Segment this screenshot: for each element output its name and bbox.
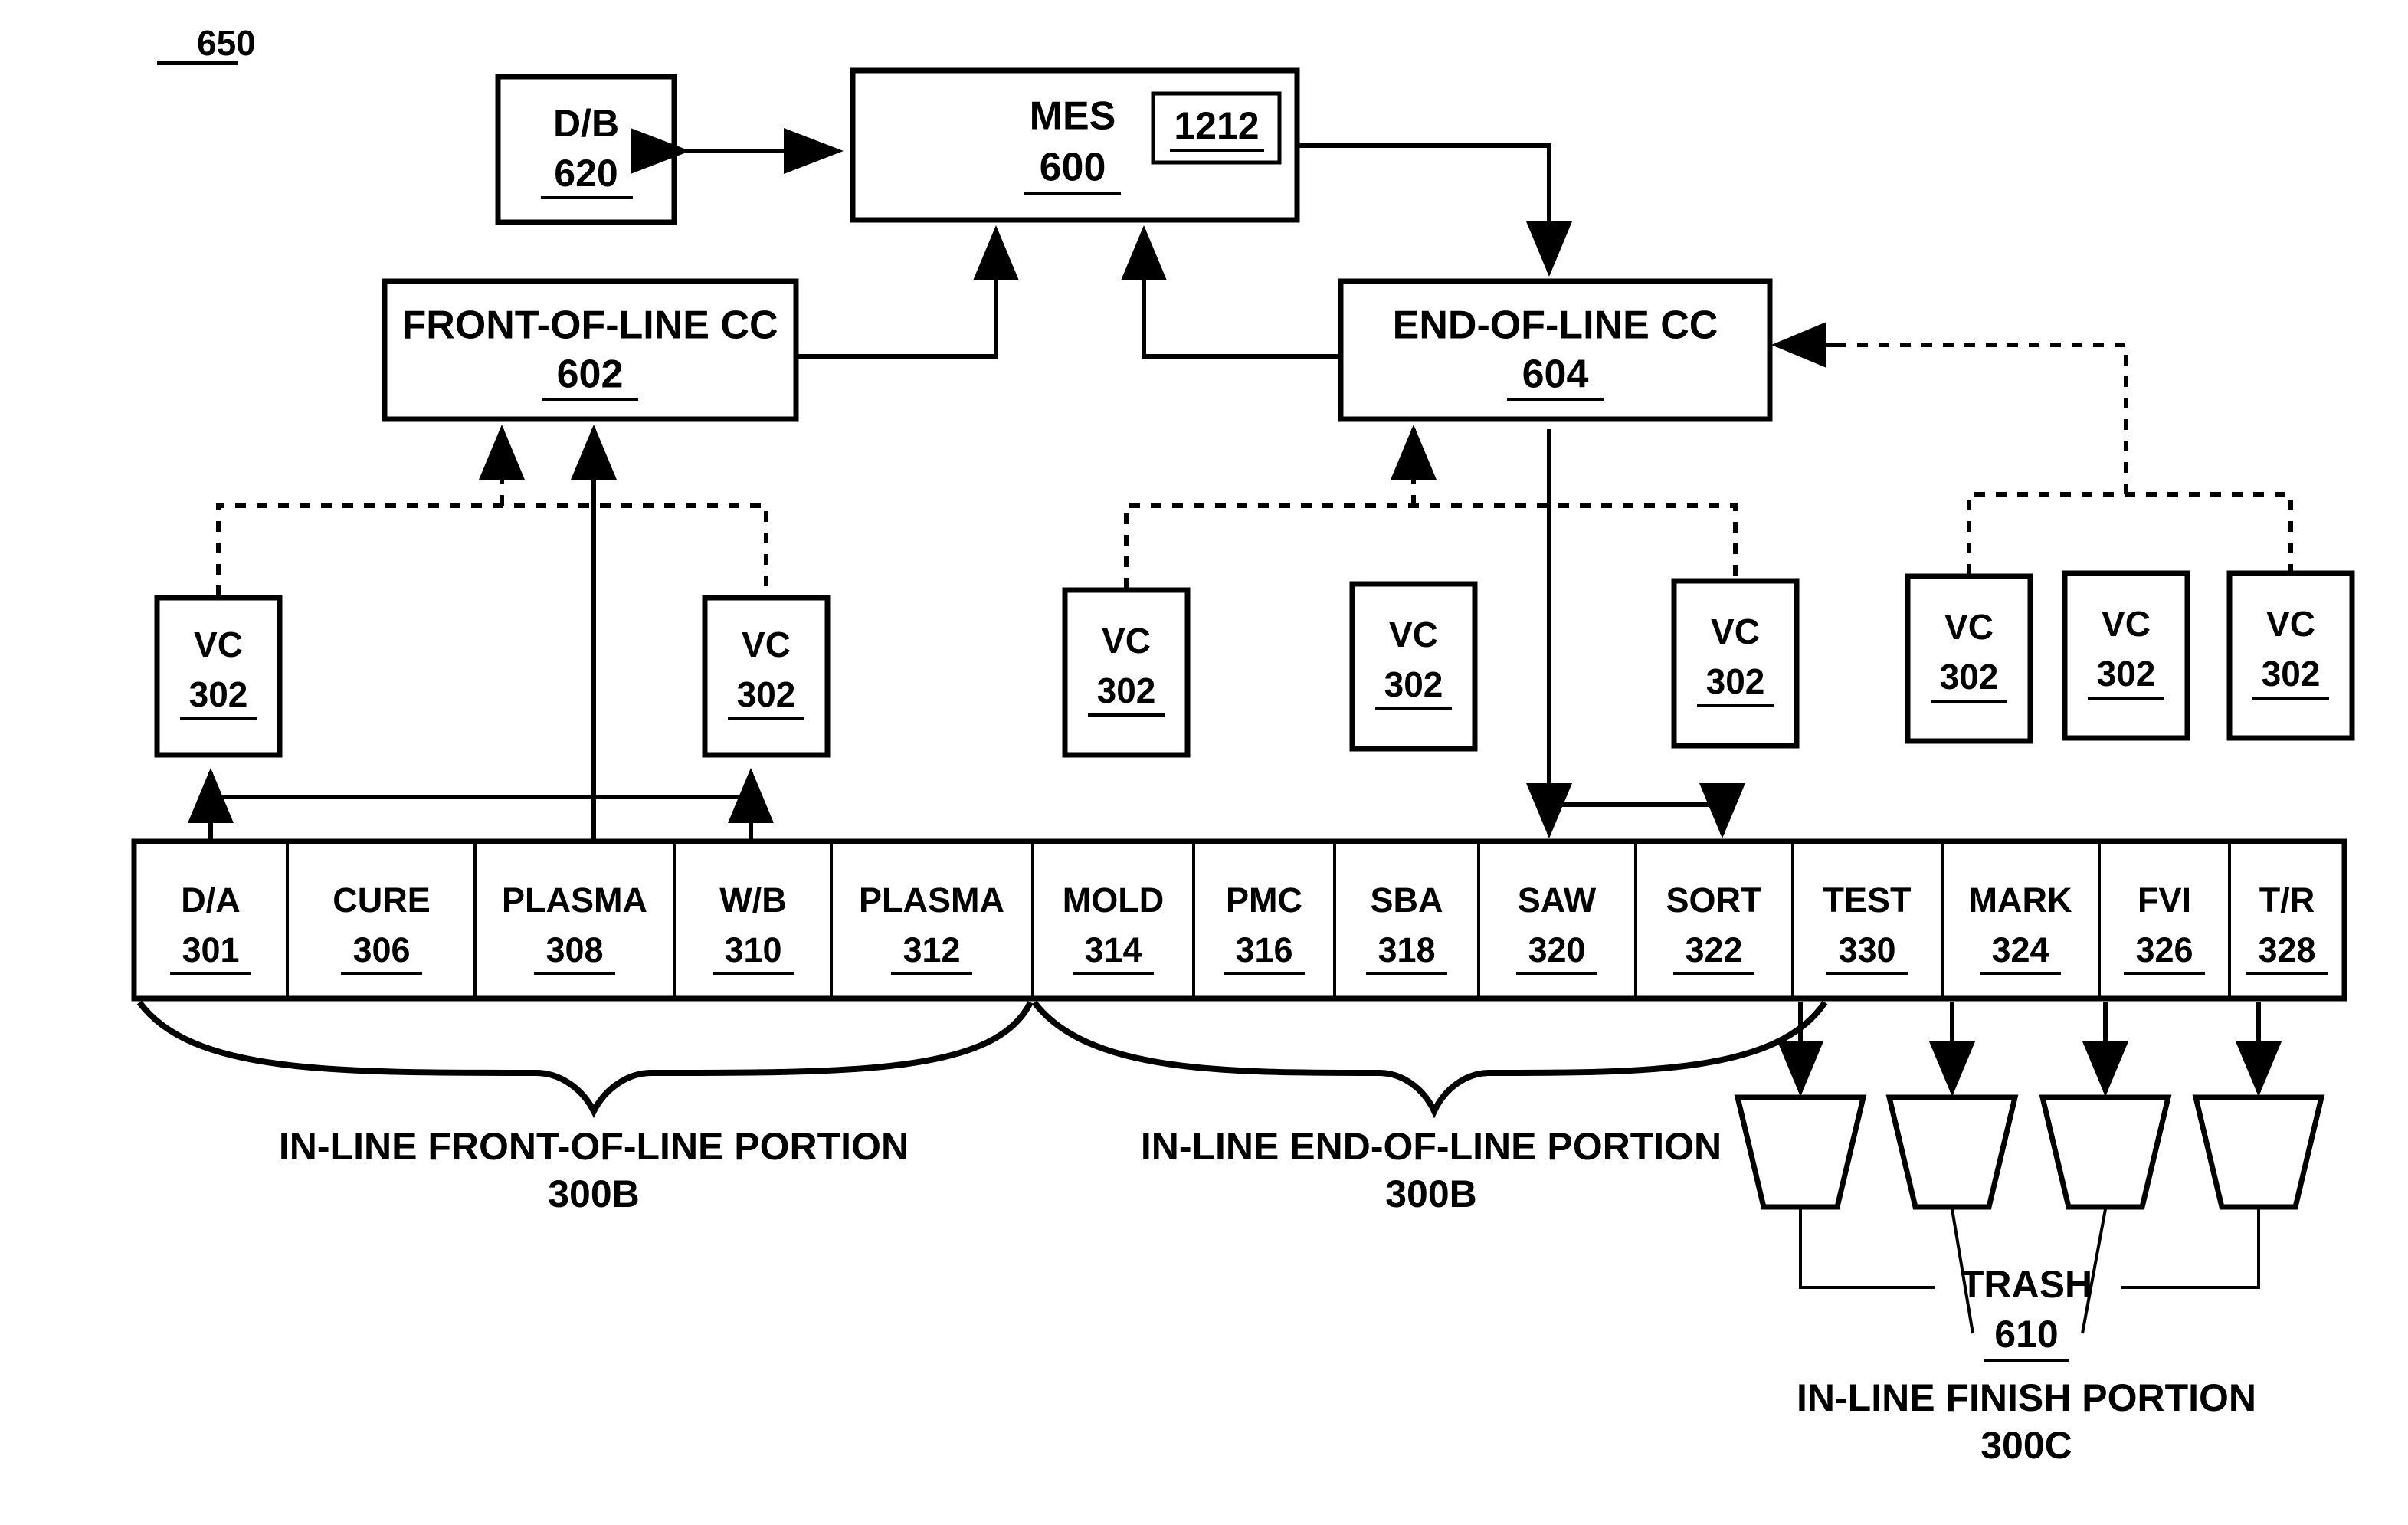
station-6-label: PMC: [1226, 881, 1302, 920]
node-end-of-line-cc-ref: 604: [1522, 353, 1589, 397]
node-mes-inset-ref: 1212: [1174, 104, 1259, 147]
caption-end-of-line-portion-line2: 300B: [1385, 1172, 1477, 1215]
node-mes-label: MES: [1030, 94, 1116, 139]
trash-funnel-2: [2039, 1094, 2172, 1210]
node-db-label: D/B: [553, 102, 619, 145]
station-8-ref: 320: [1528, 930, 1585, 969]
station-11-ref: 324: [1991, 930, 2049, 969]
station-13-label: T/R: [2259, 881, 2315, 920]
station-4-label: PLASMA: [859, 881, 1004, 920]
trash-funnel-1: [1885, 1094, 2019, 1210]
vc-node-2-label: VC: [1102, 621, 1151, 661]
vc-node-4[interactable]: VC 302: [1671, 578, 1800, 749]
caption-end-of-line-portion-line1: IN-LINE END-OF-LINE PORTION: [1141, 1125, 1722, 1168]
trash-label: TRASH: [1961, 1263, 2092, 1306]
station-2-ref: 308: [545, 930, 603, 969]
connector-folcc-mes: [796, 225, 1019, 359]
station-12-label: FVI: [2138, 881, 2191, 920]
vc-node-5[interactable]: VC 302: [1905, 573, 2033, 744]
station-0-ref: 301: [182, 930, 239, 969]
vc-node-1[interactable]: VC 302: [702, 595, 831, 758]
station-3-label: W/B: [719, 881, 786, 920]
vc-node-6-ref: 302: [2097, 654, 2156, 694]
vc-node-3-ref: 302: [1384, 664, 1443, 704]
station-11-label: MARK: [1969, 881, 2072, 920]
patent-diagram-canvas: 650 D/B 620 MES 600 1212 FRONT-OF-LINE C…: [131, 23, 2355, 1467]
vc-node-5-ref: 302: [1940, 657, 1999, 697]
caption-front-of-line-portion: IN-LINE FRONT-OF-LINE PORTION 300B: [279, 1125, 909, 1215]
node-db-box[interactable]: [495, 74, 677, 225]
station-10-ref: 330: [1838, 930, 1895, 969]
vc-node-3[interactable]: VC 302: [1349, 581, 1478, 752]
connector-vc-group-end-of-line: [1124, 425, 1738, 589]
node-front-of-line-cc-ref: 602: [557, 353, 624, 397]
station-5-label: MOLD: [1063, 881, 1164, 920]
vc-node-4-label: VC: [1711, 612, 1760, 651]
station-9-label: SORT: [1666, 881, 1761, 920]
vc-node-1-ref: 302: [737, 674, 796, 714]
connector-vc-group-finish: [1771, 322, 2293, 575]
trash-ref: 610: [1994, 1313, 2058, 1356]
caption-finish-portion-line2: 300C: [1980, 1424, 2072, 1467]
vc-node-7-label: VC: [2266, 604, 2315, 644]
vc-node-6[interactable]: VC 302: [2062, 570, 2190, 741]
caption-front-of-line-portion-line2: 300B: [548, 1172, 640, 1215]
vc-node-6-label: VC: [2102, 604, 2151, 644]
node-end-of-line-cc-label: END-OF-LINE CC: [1393, 303, 1718, 348]
brace-front-of-line: [136, 1000, 1034, 1118]
node-mes-ref: 600: [1040, 146, 1106, 190]
vc-node-0[interactable]: VC 302: [154, 595, 283, 758]
connector-mes-eolcc: [1297, 143, 1572, 277]
caption-finish-portion: IN-LINE FINISH PORTION 300C: [1797, 1376, 2256, 1467]
trash-funnel-0: [1734, 1094, 1867, 1210]
node-mes[interactable]: MES 600 1212: [850, 67, 1300, 223]
vc-node-3-label: VC: [1389, 615, 1438, 654]
node-front-of-line-cc[interactable]: FRONT-OF-LINE CC 602: [382, 278, 799, 422]
trash-funnel-3: [2192, 1094, 2325, 1210]
node-end-of-line-cc[interactable]: END-OF-LINE CC 604: [1338, 278, 1773, 422]
station-0-label: D/A: [181, 881, 241, 920]
caption-front-of-line-portion-line1: IN-LINE FRONT-OF-LINE PORTION: [279, 1125, 909, 1168]
vc-node-0-ref: 302: [189, 674, 248, 714]
vc-node-4-ref: 302: [1706, 661, 1765, 701]
process-line-bar-outline: [131, 838, 2347, 1002]
connector-stations-front-of-line-cc: [188, 768, 774, 841]
node-front-of-line-cc-label: FRONT-OF-LINE CC: [401, 303, 778, 348]
vc-node-7[interactable]: VC 302: [2226, 570, 2355, 741]
station-2-label: PLASMA: [502, 881, 647, 920]
vc-node-7-ref: 302: [2262, 654, 2321, 694]
connector-eolcc-mes: [1121, 225, 1341, 359]
station-5-ref: 314: [1084, 930, 1142, 969]
station-4-ref: 312: [903, 930, 960, 969]
station-8-label: SAW: [1518, 881, 1597, 920]
caption-finish-portion-line1: IN-LINE FINISH PORTION: [1797, 1376, 2256, 1419]
station-12-ref: 326: [2135, 930, 2193, 969]
station-1-ref: 306: [352, 930, 410, 969]
vc-node-5-label: VC: [1944, 607, 1994, 647]
connector-vc-group-front-of-line: [216, 425, 768, 596]
station-1-label: CURE: [333, 881, 431, 920]
station-3-ref: 310: [724, 930, 781, 969]
figure-number: 650: [157, 23, 256, 65]
station-10-label: TEST: [1823, 881, 1911, 920]
node-db[interactable]: D/B 620: [495, 74, 677, 225]
vc-node-0-label: VC: [194, 625, 243, 664]
figure-number-text: 650: [197, 23, 256, 63]
station-13-ref: 328: [2258, 930, 2315, 969]
station-7-ref: 318: [1378, 930, 1435, 969]
brace-end-of-line: [1031, 1000, 1828, 1119]
node-db-ref: 620: [554, 152, 618, 195]
station-9-ref: 322: [1685, 930, 1742, 969]
trash-label-group: TRASH 610: [1961, 1263, 2092, 1362]
station-7-label: SBA: [1370, 881, 1443, 920]
vc-node-2-ref: 302: [1097, 671, 1156, 710]
vc-node-1-label: VC: [742, 625, 791, 664]
process-line-bar: D/A 301 CURE 306 PLASMA 308 W/B 310 PLAS…: [131, 838, 2347, 1002]
station-6-ref: 316: [1235, 930, 1292, 969]
caption-end-of-line-portion: IN-LINE END-OF-LINE PORTION 300B: [1141, 1125, 1722, 1215]
vc-node-2[interactable]: VC 302: [1062, 587, 1191, 758]
